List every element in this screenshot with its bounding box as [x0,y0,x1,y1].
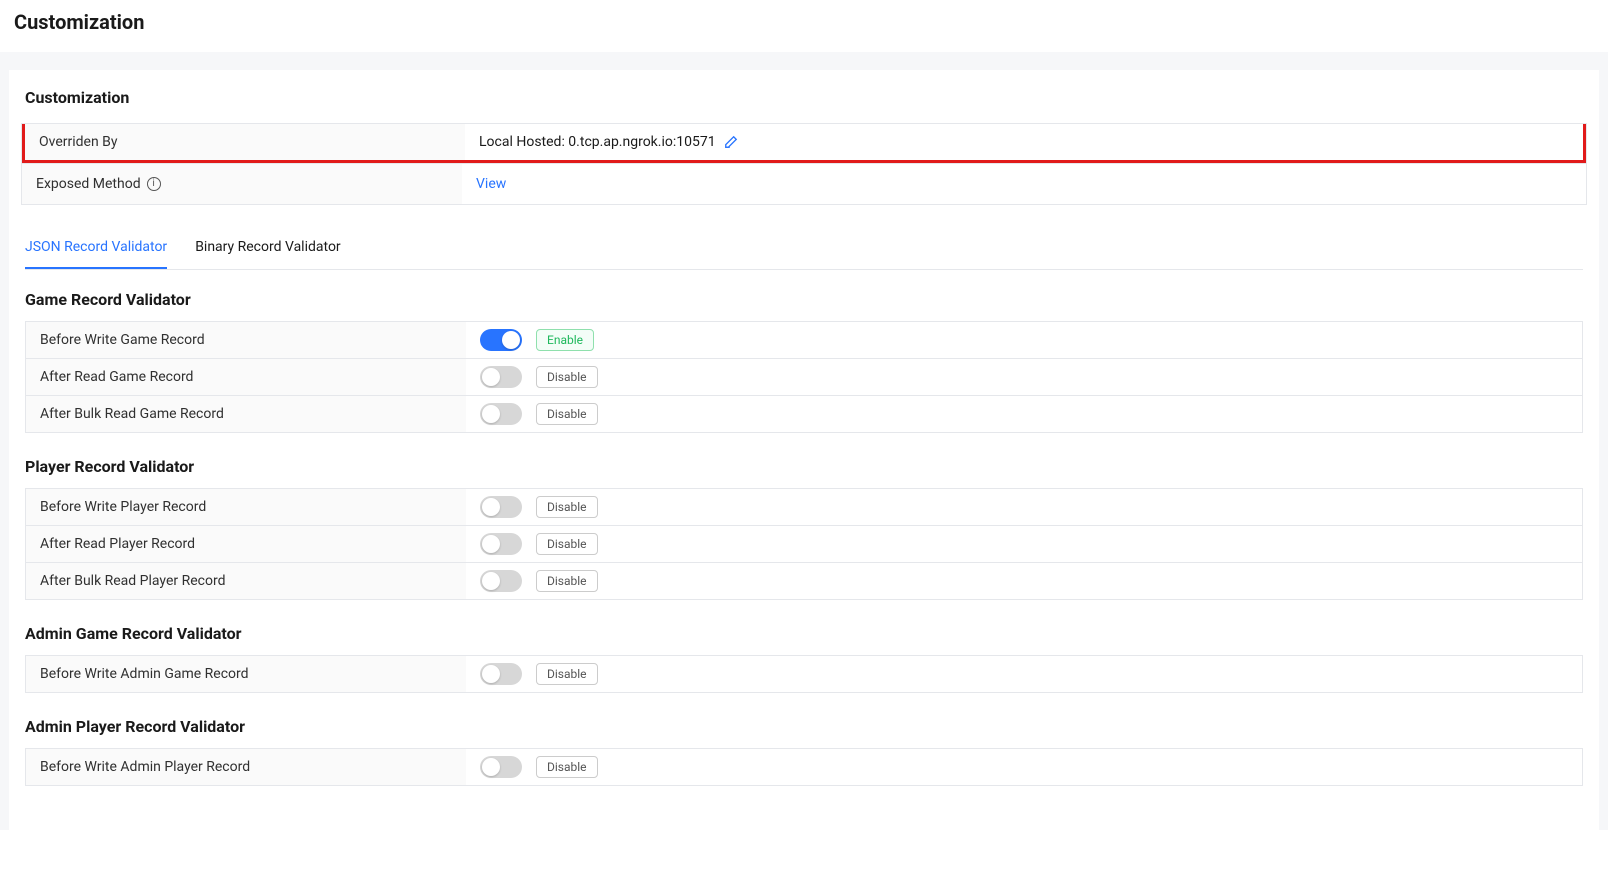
page-title: Customization [14,10,1594,34]
exposed-method-value: View [462,164,1586,204]
section-title: Player Record Validator [25,457,1583,476]
exposed-method-label: Exposed Method i [22,164,462,204]
toggle-knob [482,758,500,776]
table-row: Before Write Game Record Enable [26,322,1582,358]
table-row: After Read Player Record Disable [26,525,1582,562]
section-player-record-validator: Player Record Validator Before Write Play… [25,457,1583,600]
validator-table: Before Write Game Record Enable After Read… [25,321,1583,433]
toggle-knob [482,405,500,423]
status-badge: Disable [536,756,598,778]
override-row: Overriden By Local Hosted: 0.tcp.ap.ngro… [22,124,1586,163]
section-admin-player-record-validator: Admin Player Record Validator Before Writ… [25,717,1583,786]
tabs: JSON Record Validator Binary Record Valid… [25,225,1583,270]
table-row: After Bulk Read Game Record Disable [26,395,1582,432]
toggle-knob [482,498,500,516]
toggle-knob [482,368,500,386]
info-icon[interactable]: i [147,177,161,191]
status-badge: Disable [536,366,598,388]
exposed-method-row: Exposed Method i View [22,163,1586,204]
row-label: Before Write Player Record [26,489,466,525]
status-badge: Disable [536,663,598,685]
table-row: After Read Game Record Disable [26,358,1582,395]
section-title: Admin Game Record Validator [25,624,1583,643]
view-link[interactable]: View [476,176,506,192]
section-title: Admin Player Record Validator [25,717,1583,736]
toggle[interactable] [480,756,522,778]
section-admin-game-record-validator: Admin Game Record Validator Before Write … [25,624,1583,693]
override-value: Local Hosted: 0.tcp.ap.ngrok.io:10571 [479,134,716,150]
status-badge: Disable [536,533,598,555]
card-title: Customization [21,88,1587,123]
toggle-knob [482,572,500,590]
row-label: Before Write Admin Player Record [26,749,466,785]
table-row: After Bulk Read Player Record Disable [26,562,1582,599]
row-label: After Bulk Read Game Record [26,396,466,432]
status-badge: Disable [536,570,598,592]
table-row: Before Write Player Record Disable [26,489,1582,525]
row-control: Disable [466,396,1582,432]
validator-table: Before Write Admin Player Record Disable [25,748,1583,786]
status-badge: Enable [536,329,594,351]
toggle[interactable] [480,663,522,685]
section-title: Game Record Validator [25,290,1583,309]
row-label: After Read Player Record [26,526,466,562]
toggle-knob [482,535,500,553]
row-control: Disable [466,749,1582,785]
exposed-method-label-text: Exposed Method [36,176,141,192]
row-control: Disable [466,563,1582,599]
row-label: After Bulk Read Player Record [26,563,466,599]
tab-json-record-validator[interactable]: JSON Record Validator [25,225,167,269]
customization-info-table: Overriden By Local Hosted: 0.tcp.ap.ngro… [21,123,1587,205]
row-control: Disable [466,359,1582,395]
validator-table: Before Write Player RecordDisableAfter R… [25,488,1583,600]
toggle[interactable] [480,366,522,388]
status-badge: Disable [536,496,598,518]
row-label: After Read Game Record [26,359,466,395]
toggle-knob [502,331,520,349]
tab-binary-record-validator[interactable]: Binary Record Validator [195,225,341,269]
toggle[interactable] [480,403,522,425]
validator-table: Before Write Admin Game Record Disable [25,655,1583,693]
table-row: Before Write Admin Player Record Disable [26,749,1582,785]
toggle[interactable] [480,329,522,351]
toggle-knob [482,665,500,683]
row-control: Enable [466,322,1582,358]
row-control: Disable [466,489,1582,525]
row-control: Disable [466,526,1582,562]
override-label: Overriden By [25,124,465,160]
table-row: Before Write Admin Game Record Disable [26,656,1582,692]
toggle[interactable] [480,570,522,592]
row-label: Before Write Admin Game Record [26,656,466,692]
toggle[interactable] [480,496,522,518]
toggle[interactable] [480,533,522,555]
row-control: Disable [466,656,1582,692]
status-badge: Disable [536,403,598,425]
edit-icon[interactable] [724,135,738,149]
section-game-record-validator: Game Record Validator Before Write Game R… [25,290,1583,433]
override-value-cell: Local Hosted: 0.tcp.ap.ngrok.io:10571 [465,124,1583,160]
row-label: Before Write Game Record [26,322,466,358]
